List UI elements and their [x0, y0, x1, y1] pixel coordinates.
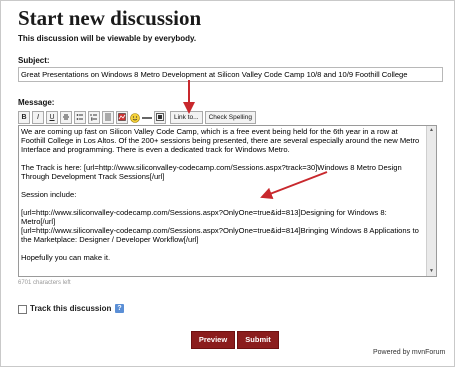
message-scrollbar[interactable]: ▲ ▼ — [426, 126, 436, 276]
help-icon[interactable]: ? — [115, 304, 124, 313]
message-body: We are coming up fast on Silicon Valley … — [21, 127, 421, 271]
italic-button[interactable]: I — [32, 111, 44, 124]
media-icon[interactable] — [154, 111, 166, 124]
bold-button[interactable]: B — [18, 111, 30, 124]
subject-input[interactable]: Great Presentations on Windows 8 Metro D… — [18, 67, 443, 82]
message-label: Message: — [18, 98, 55, 107]
message-paragraph: Session include: — [21, 190, 77, 199]
submit-button[interactable]: Submit — [237, 331, 279, 349]
scroll-down-icon[interactable]: ▼ — [428, 268, 435, 275]
page-title: Start new discussion — [18, 6, 202, 30]
image-icon[interactable] — [116, 111, 128, 124]
quote-icon[interactable] — [102, 111, 114, 124]
underline-button[interactable]: U — [46, 111, 58, 124]
check-spelling-button[interactable]: Check Spelling — [204, 111, 256, 124]
page-frame: Start new discussion This discussion wil… — [0, 0, 455, 367]
track-label: Track this discussion — [30, 304, 112, 313]
track-checkbox[interactable] — [18, 305, 27, 314]
message-paragraph: Hopefully you can make it. — [21, 253, 111, 262]
message-paragraph: [url=http://www.siliconvalley-codecamp.c… — [21, 208, 419, 244]
preview-button[interactable]: Preview — [191, 331, 235, 349]
bullet-list-icon[interactable] — [74, 111, 86, 124]
subject-label: Subject: — [18, 56, 50, 65]
editor-toolbar: B I U Link to... Check Spelling — [18, 111, 256, 124]
message-paragraph: The Track is here: [url=http://www.silic… — [21, 163, 402, 181]
message-paragraph: We are coming up fast on Silicon Valley … — [21, 127, 420, 154]
strikethrough-icon[interactable] — [60, 111, 72, 124]
horizontal-rule-icon[interactable] — [142, 112, 152, 123]
scroll-up-icon[interactable]: ▲ — [428, 127, 435, 134]
character-counter: 6701 characters left — [18, 280, 71, 286]
smiley-icon[interactable] — [130, 112, 140, 123]
link-to-button[interactable]: Link to... — [170, 111, 203, 124]
message-textarea[interactable]: We are coming up fast on Silicon Valley … — [18, 125, 437, 277]
powered-by-footer: Powered by mvnForum — [373, 349, 446, 356]
page-subtitle: This discussion will be viewable by ever… — [18, 34, 197, 43]
numbered-list-icon[interactable] — [88, 111, 100, 124]
